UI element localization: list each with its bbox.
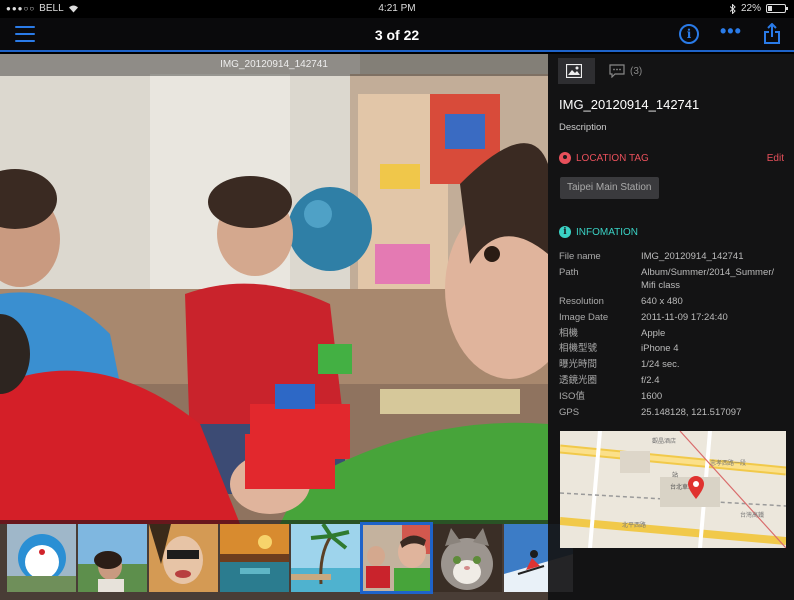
info-circle-icon: i [559,226,571,238]
info-key: Path [559,266,579,278]
information-header: i INFOMATION [559,226,638,238]
location-header: LOCATION TAG [559,152,649,164]
info-row: ISO值 1600 [559,390,787,403]
panel-tabs: (3) [558,58,650,86]
info-value: Apple [641,327,666,339]
map-label: 忠孝西路一段 [710,459,746,467]
information-header-label: INFOMATION [576,226,639,238]
info-row: 相機型號 iPhone 4 [559,342,787,355]
info-row: File name IMG_20120914_142741 [559,250,787,263]
tab-photo-info[interactable] [558,58,595,84]
battery-icon [766,4,788,13]
map-label: 北平西路 [622,521,646,529]
info-row: 透鏡光圈 f/2.4 [559,374,787,387]
info-row: 曝光時間 1/24 sec. [559,358,787,371]
location-pin-icon [559,152,571,164]
thumbnail-doraemon[interactable] [7,524,76,592]
page-title: 3 of 22 [374,27,420,43]
info-table: File name IMG_20120914_142741 Path Album/S… [559,250,787,422]
navigation-bar: 3 of 22 i ••• [0,18,794,52]
info-value: IMG_20120914_142741 [641,251,744,262]
info-value: 2011-11-09 17:24:40 [641,311,728,323]
map-label: 觀晶酒店 [652,437,676,445]
location-map[interactable]: 觀晶酒店 忠孝西路一段 台北車站 北平西路 台灣高鐵 站 [560,431,786,548]
info-value: 1600 [641,391,663,403]
photo-title: IMG_20120914_142741 [0,54,548,76]
image-icon [566,64,582,78]
tab-comments-count: (3) [630,65,643,77]
info-key: ISO值 [559,391,585,403]
info-value: f/2.4 [641,375,660,387]
share-button[interactable] [762,23,782,45]
location-header-label: LOCATION TAG [576,152,649,164]
info-row: Image Date 2011-11-09 17:24:40 [559,311,787,324]
info-key: 透鏡光圈 [559,375,598,387]
info-key: 曝光時間 [559,359,598,371]
photo-viewer[interactable]: IMG_20120914_142741 [0,54,548,600]
description-field[interactable]: Description [559,122,607,133]
info-value: Album/Summer/2014_Summer/ Mifi class [641,266,775,291]
map-label: 站 [672,471,678,479]
status-bar: ●●●○○ BELL 4:21 PM 22% [0,0,794,18]
info-key: Image Date [559,311,609,323]
map-label: 台灣高鐵 [740,511,764,519]
info-button[interactable]: i [679,24,699,44]
status-right: 22% [729,3,788,14]
info-row: Resolution 640 x 480 [559,295,787,308]
info-value: 1/24 sec. [641,359,680,371]
info-value: iPhone 4 [641,343,679,355]
battery-percent: 22% [740,3,761,14]
thumbnail-sunglasses[interactable] [149,524,218,592]
info-panel: (3) IMG_20120914_142741 Description LOCA… [548,54,794,600]
info-row: 相機 Apple [559,327,787,340]
info-row: Path Album/Summer/2014_Summer/ Mifi class [559,266,787,292]
info-key: 相機 [559,327,579,339]
info-value: 25.148128, 121.517097 [641,407,742,419]
thumbnail-kitten[interactable] [433,524,502,592]
thumbnail-kids-playing[interactable] [360,522,433,594]
info-key: File name [559,251,601,262]
location-tag[interactable]: Taipei Main Station [560,177,659,199]
thumbnail-strip [0,520,573,600]
panel-photo-title: IMG_20120914_142741 [559,97,700,112]
info-key: Resolution [559,295,604,307]
more-button[interactable]: ••• [720,22,742,44]
info-key: 相機型號 [559,343,598,355]
clock: 4:21 PM [378,3,416,14]
thumbnail-woman-outdoor[interactable] [78,524,147,592]
info-key: GPS [559,407,580,419]
thumbnail-sunset-pool[interactable] [220,524,289,592]
edit-location-button[interactable]: Edit [767,153,784,164]
main-photo [0,54,548,600]
tab-comments[interactable]: (3) [601,58,650,84]
map-graphic: 觀晶酒店 忠孝西路一段 台北車站 北平西路 台灣高鐵 站 [560,431,786,548]
info-row: GPS 25.148128, 121.517097 [559,406,787,419]
bluetooth-icon [729,3,736,14]
info-value: 640 x 480 [641,295,683,307]
battery-fill [768,6,772,11]
comment-icon [609,64,625,78]
thumbnail-palm-beach[interactable] [291,524,360,592]
